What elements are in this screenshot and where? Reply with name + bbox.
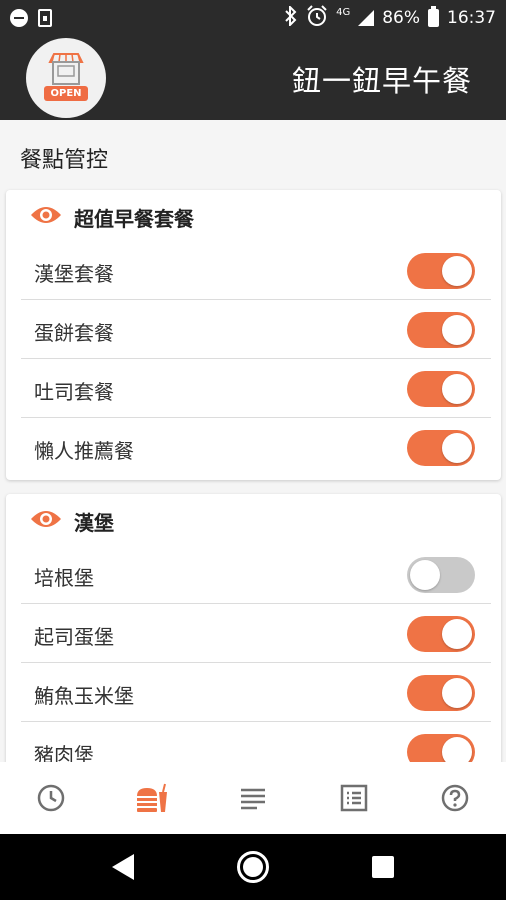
toggle-knob [410,560,440,590]
open-badge: OPEN [44,86,88,101]
nav-help-button[interactable] [425,768,485,828]
menu-item-label: 起司蛋堡 [34,625,114,649]
availability-toggle[interactable] [407,253,475,289]
category-title: 漢堡 [74,510,114,535]
toggle-knob [442,433,472,463]
battery-icon [428,6,439,27]
toggle-knob [442,737,472,762]
nav-orders-button[interactable] [223,768,283,828]
availability-toggle[interactable] [407,557,475,593]
menu-item-row: 豬肉堡 [21,723,491,762]
back-icon[interactable] [111,854,134,880]
list-icon [240,788,265,810]
storefront-icon [48,53,84,85]
toggle-knob [442,619,472,649]
availability-toggle[interactable] [407,675,475,711]
status-time: 16:37 [447,8,496,28]
menu-food-icon [136,783,167,812]
menu-item-label: 漢堡套餐 [34,262,114,286]
nav-menu-control-button[interactable] [122,768,182,828]
menu-item-row: 懶人推薦餐 [21,419,491,477]
app-header: OPEN 鈕一鈕早午餐 [0,36,506,120]
category-title: 超值早餐套餐 [74,206,194,231]
toggle-knob [442,374,472,404]
help-icon [442,784,469,812]
availability-toggle[interactable] [407,616,475,652]
menu-item-row: 吐司套餐 [21,360,491,418]
menu-item-row: 漢堡套餐 [21,242,491,300]
checklist-icon [340,784,368,812]
menu-item-label: 鮪魚玉米堡 [34,684,134,708]
clock-icon [37,784,64,812]
nav-checklist-button[interactable] [324,768,384,828]
availability-toggle[interactable] [407,371,475,407]
sim-card-icon [38,9,52,27]
menu-item-row: 鮪魚玉米堡 [21,664,491,722]
toggle-knob [442,256,472,286]
store-logo[interactable]: OPEN [26,38,106,118]
eye-icon[interactable] [30,509,62,533]
availability-toggle[interactable] [407,734,475,762]
menu-item-row: 蛋餅套餐 [21,301,491,359]
eye-icon[interactable] [30,205,62,229]
availability-toggle[interactable] [407,430,475,466]
menu-item-label: 豬肉堡 [34,743,94,762]
menu-item-row: 起司蛋堡 [21,605,491,663]
menu-item-row: 培根堡 [21,546,491,604]
nav-history-button[interactable] [21,768,81,828]
bluetooth-icon [284,4,298,31]
app-title: 鈕一鈕早午餐 [291,64,472,98]
network-type-label: 4G [336,6,351,18]
toggle-knob [442,678,472,708]
bottom-nav [0,762,506,834]
signal-icon [358,10,375,26]
category-card: 漢堡 培根堡 起司蛋堡 鮪魚玉米堡 豬肉堡 [6,494,501,762]
menu-item-label: 蛋餅套餐 [34,321,114,345]
main-content[interactable]: 餐點管控 超值早餐套餐 漢堡套餐 蛋餅套餐 吐司套餐 懶人推薦餐 漢堡 培根堡 … [0,120,506,762]
menu-item-label: 懶人推薦餐 [34,439,134,463]
do-not-disturb-icon [10,9,28,27]
category-card: 超值早餐套餐 漢堡套餐 蛋餅套餐 吐司套餐 懶人推薦餐 [6,190,501,480]
menu-item-label: 培根堡 [34,566,94,590]
menu-item-label: 吐司套餐 [34,380,114,404]
alarm-icon [306,4,328,32]
battery-percent: 86% [382,8,420,28]
availability-toggle[interactable] [407,312,475,348]
category-header[interactable]: 漢堡 [30,506,114,536]
system-nav-bar [0,834,506,900]
toggle-knob [442,315,472,345]
home-icon[interactable] [236,851,269,883]
category-header[interactable]: 超值早餐套餐 [30,202,194,232]
status-bar: 4G 86% 16:37 [0,0,506,36]
page-title: 餐點管控 [20,148,109,173]
recent-apps-icon[interactable] [372,856,395,878]
